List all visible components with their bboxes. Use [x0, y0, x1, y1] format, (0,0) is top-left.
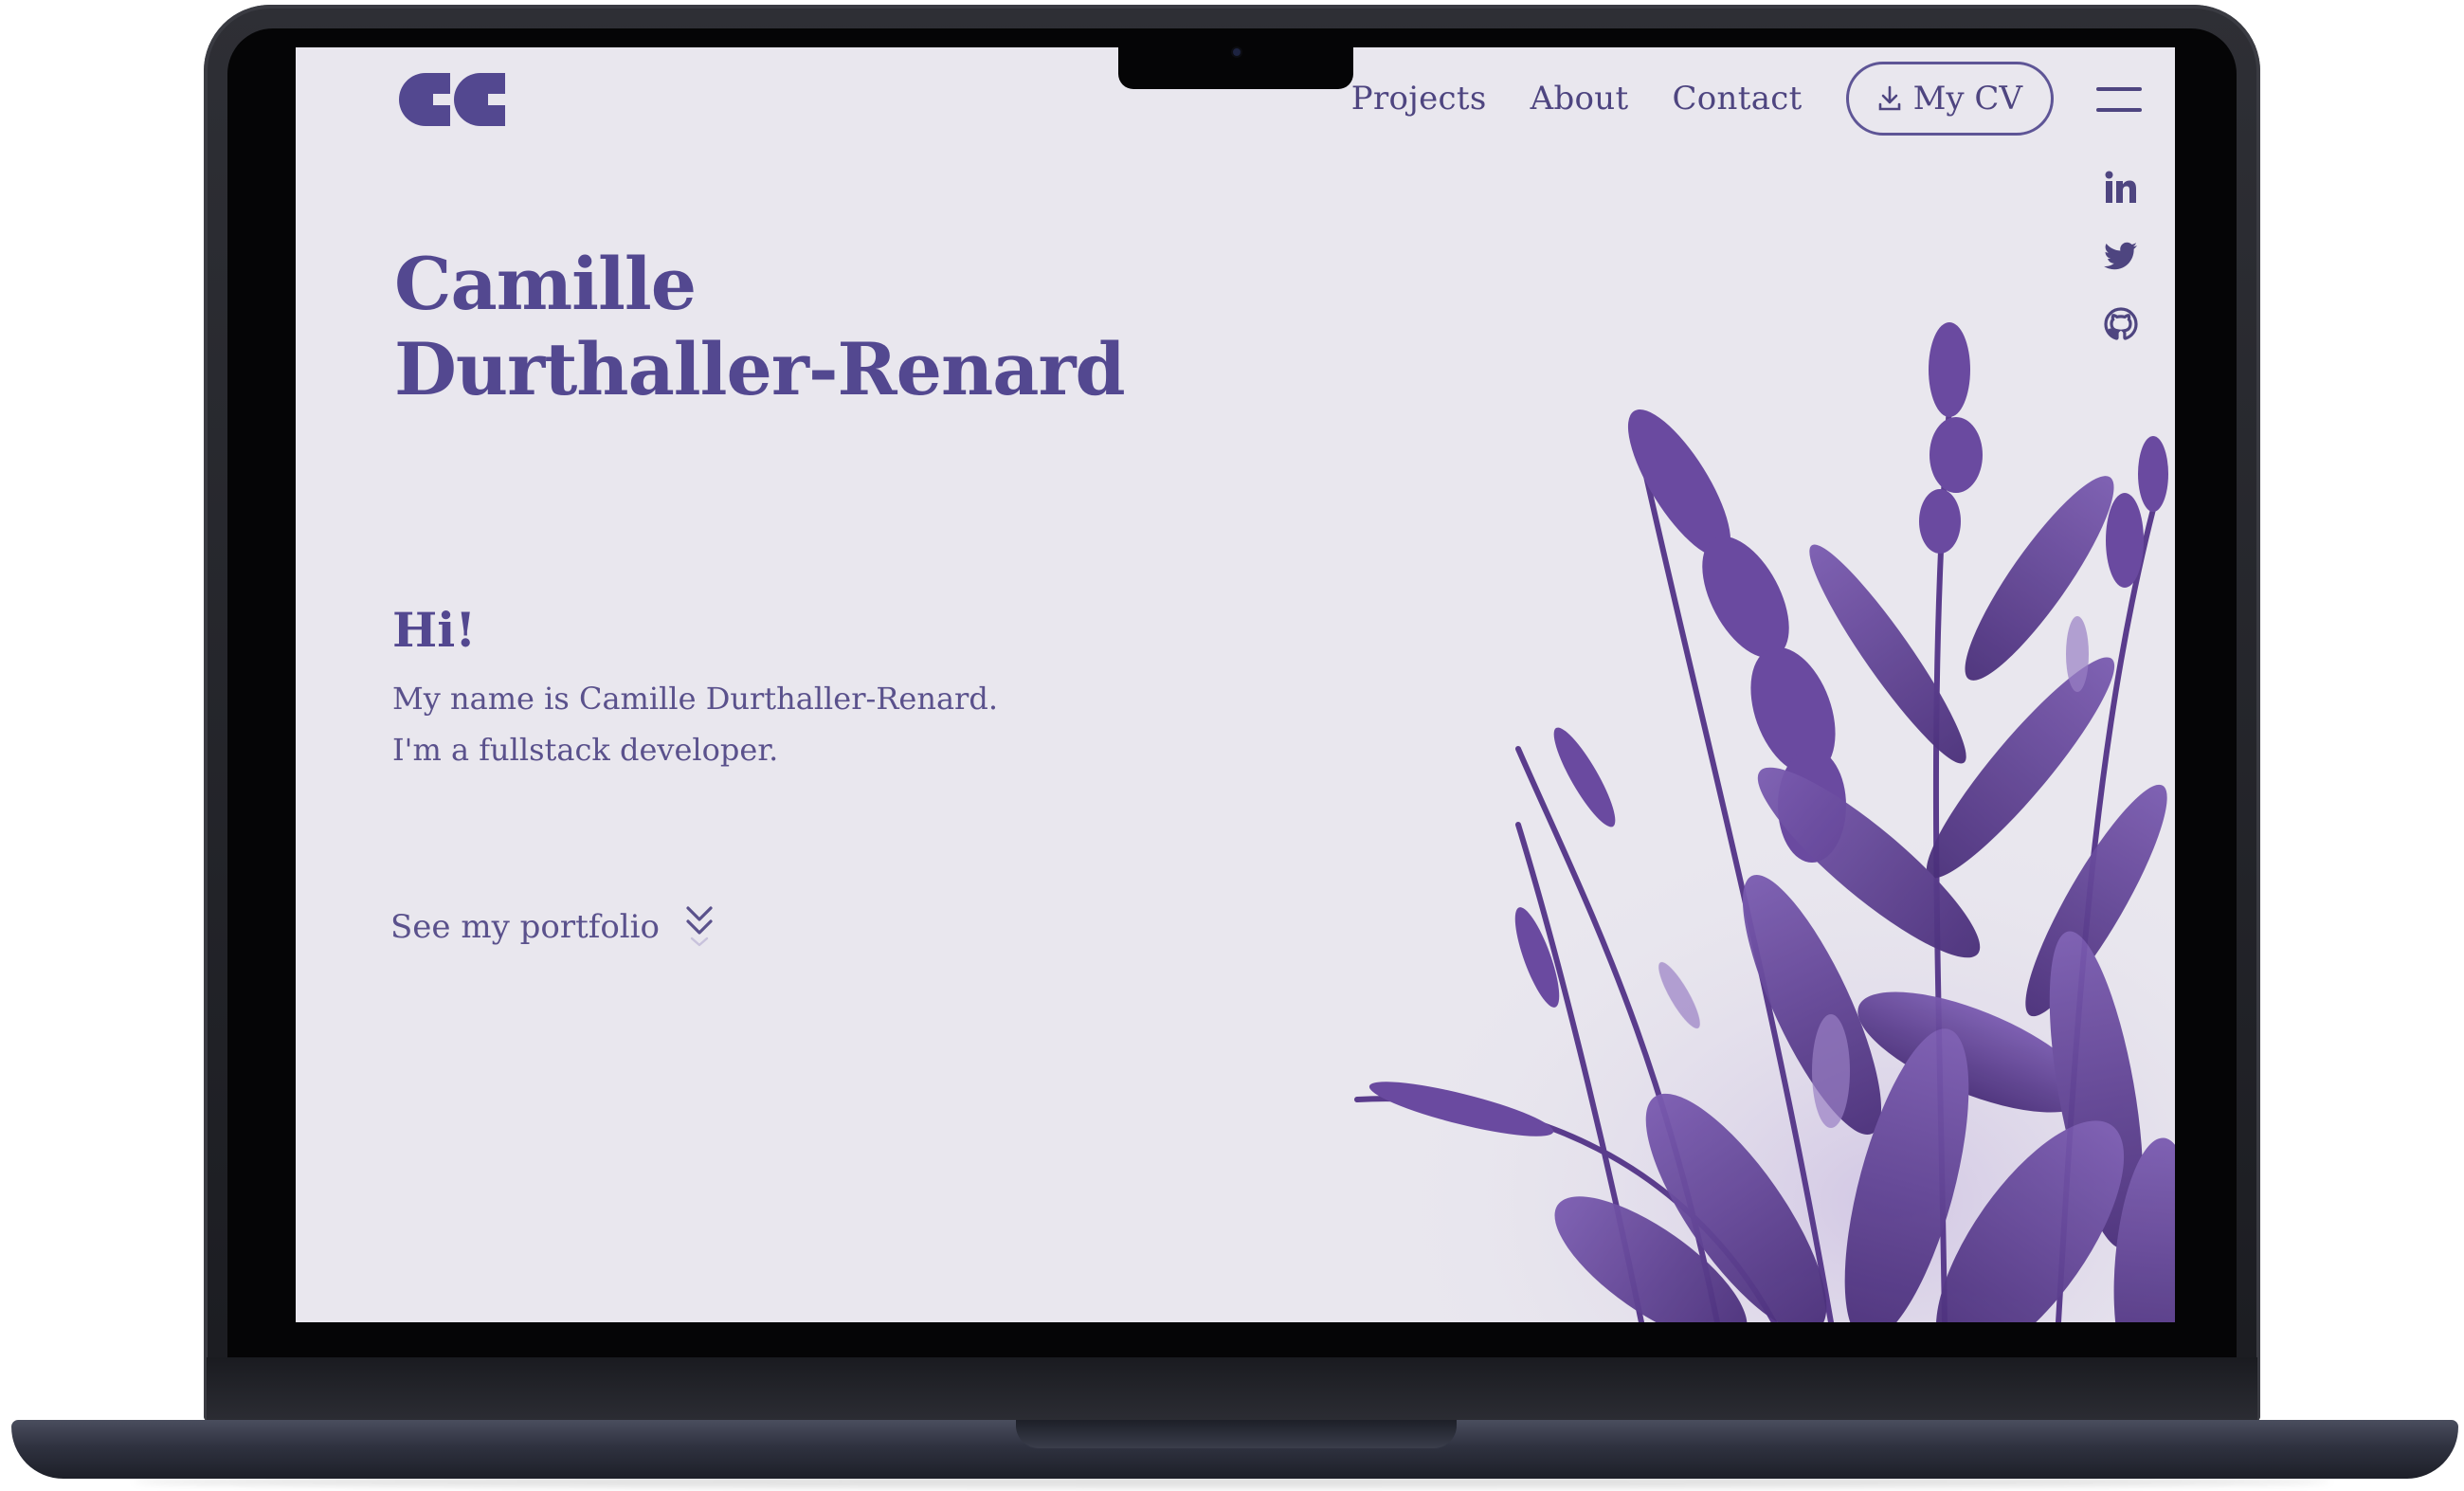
hero-title-line1: Camille [394, 242, 697, 326]
intro-line-1: My name is Camille Durthaller-Renard. [392, 681, 998, 717]
download-cv-button[interactable]: My CV [1845, 62, 2054, 136]
cc-monogram-logo[interactable] [395, 69, 509, 130]
double-chevron-down-icon [686, 906, 713, 947]
see-portfolio-link[interactable]: See my portfolio [390, 900, 716, 954]
nav-link-projects[interactable]: Projects [1351, 80, 1487, 118]
github-icon[interactable] [2102, 305, 2140, 343]
laptop-opening-notch [1016, 1420, 1457, 1448]
hero-name-title: Camille Durthaller-Renard [394, 242, 1126, 412]
nav-link-about[interactable]: About [1531, 80, 1629, 118]
cv-button-label: My CV [1912, 80, 2022, 118]
website-viewport: Projects About Contact My CV Camille Dur… [296, 47, 2175, 1322]
hero-title-line2: Durthaller-Renard [394, 327, 1126, 411]
download-icon [1878, 85, 1900, 111]
hamburger-menu-icon[interactable] [2096, 85, 2142, 116]
laptop-hinge [207, 1357, 2257, 1420]
main-nav: Projects About Contact My CV [1351, 61, 2054, 136]
menu-bar [2096, 108, 2142, 112]
twitter-icon[interactable] [2102, 237, 2140, 275]
laptop-mockup: Projects About Contact My CV Camille Dur… [0, 0, 2464, 1491]
hero-intro: My name is Camille Durthaller-Renard. I'… [392, 673, 998, 775]
hero-greeting: Hi! [392, 602, 477, 658]
menu-bar [2096, 87, 2142, 91]
webcam-icon [1233, 48, 1241, 56]
portfolio-link-label: See my portfolio [390, 908, 661, 946]
social-links [2102, 169, 2140, 343]
nav-link-contact[interactable]: Contact [1672, 80, 1802, 118]
linkedin-icon[interactable] [2102, 169, 2140, 207]
intro-line-2: I'm a fullstack developer. [392, 732, 779, 768]
